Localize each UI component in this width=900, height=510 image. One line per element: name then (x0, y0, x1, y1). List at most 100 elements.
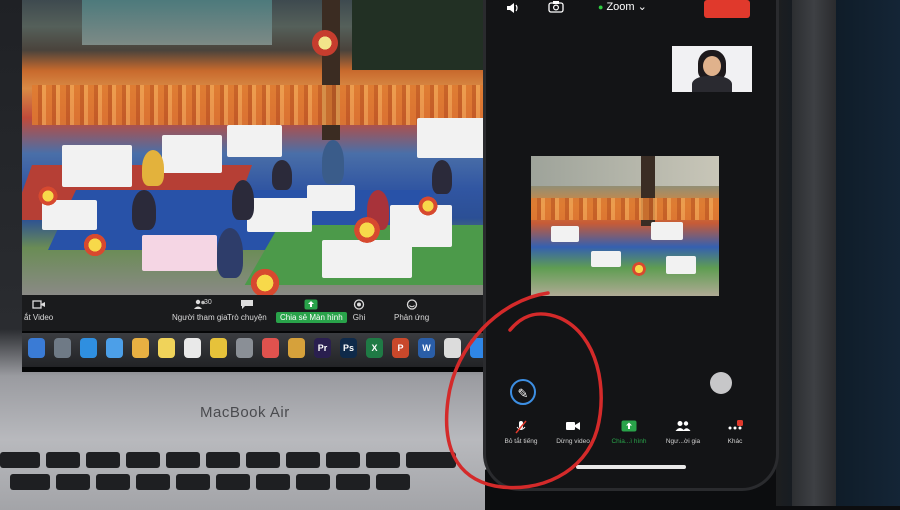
macos-dock: Pr Ps X P W (22, 333, 502, 367)
share-label-phone: Chia...ì hình (611, 438, 647, 445)
participants-button-phone[interactable]: Ngư...ời gia (660, 420, 706, 445)
person-face (703, 56, 721, 76)
shared-crowd (531, 198, 719, 220)
photoshop-icon[interactable]: Ps (340, 338, 357, 358)
key (326, 452, 360, 468)
video-camera-icon (31, 300, 45, 309)
key (246, 452, 280, 468)
zoom-title-text: Zoom (606, 1, 635, 13)
stop-video-label: ắt Video (24, 313, 54, 322)
appstore-icon[interactable] (470, 338, 487, 358)
switch-camera-icon[interactable] (548, 0, 564, 16)
excel-icon[interactable]: X (366, 338, 383, 358)
record-button[interactable]: Ghi (352, 299, 366, 322)
more-icon (712, 420, 758, 434)
self-video-thumbnail[interactable] (672, 46, 752, 92)
photos-icon[interactable] (132, 338, 149, 358)
reactions-label: Phản ứng (394, 313, 430, 322)
stop-video-button[interactable]: ắt Video (24, 299, 53, 322)
shared-table (651, 222, 683, 240)
shared-screen-view[interactable] (531, 156, 719, 296)
chat-button[interactable]: Trò chuyện (227, 299, 267, 322)
mail-icon[interactable] (106, 338, 123, 358)
app-icon[interactable] (288, 338, 305, 358)
chrome-icon[interactable] (210, 338, 227, 358)
person-body (692, 76, 732, 92)
preview-icon[interactable] (444, 338, 461, 358)
home-indicator (576, 465, 686, 469)
annotate-pen-button[interactable]: ✎ (510, 379, 536, 405)
shared-table (666, 256, 696, 274)
mic-off-icon (498, 420, 544, 434)
speaker-icon[interactable] (506, 2, 520, 17)
share-screen-icon (304, 299, 318, 310)
key (286, 452, 320, 468)
zoom-title[interactable]: ● Zoom ⌄ (598, 0, 647, 13)
floating-assist-button[interactable] (710, 372, 732, 394)
powerpoint-icon[interactable]: P (392, 338, 409, 358)
school-emblem (312, 30, 338, 56)
macbook-air-label: MacBook Air (200, 404, 290, 421)
stop-video-label-phone: Dừng video (556, 438, 590, 445)
child (272, 160, 292, 190)
zoom-top-bar: ● Zoom ⌄ (486, 0, 776, 22)
key (56, 474, 90, 490)
video-icon (550, 420, 596, 434)
reminders-icon[interactable] (184, 338, 201, 358)
display-table (322, 240, 412, 278)
reactions-button[interactable]: Phản ứng (394, 299, 429, 322)
child (132, 190, 156, 230)
key (376, 474, 410, 490)
background-stand (792, 0, 836, 506)
stop-video-button-phone[interactable]: Dừng video (550, 420, 596, 445)
trees (352, 0, 502, 70)
key (206, 452, 240, 468)
shared-table (591, 251, 621, 267)
launchpad-icon[interactable] (54, 338, 71, 358)
finder-icon[interactable] (28, 338, 45, 358)
chat-bubble-icon (240, 300, 253, 309)
flower-arrangement (417, 195, 439, 217)
pen-icon: ✎ (517, 386, 529, 401)
display-table (227, 125, 282, 157)
premiere-icon[interactable]: Pr (314, 338, 331, 358)
key (166, 452, 200, 468)
share-button-phone[interactable]: Chia...ì hình (606, 420, 652, 445)
participants-icon (660, 420, 706, 434)
shared-sky (531, 156, 719, 186)
share-screen-button[interactable]: Chia sẻ Màn hình (276, 299, 347, 323)
shared-table (551, 226, 579, 242)
unmute-button[interactable]: Bỏ tắt tiếng (498, 420, 544, 445)
child (432, 160, 452, 194)
key (256, 474, 290, 490)
system-icon[interactable] (236, 338, 253, 358)
key (126, 452, 160, 468)
share-screen-label: Chia sẻ Màn hình (276, 312, 347, 323)
more-button-phone[interactable]: Khác (712, 420, 758, 445)
participants-button[interactable]: Người tham gia 30 (172, 299, 228, 322)
leave-button[interactable] (704, 0, 750, 18)
key (136, 474, 170, 490)
shield-icon: ● (598, 2, 604, 12)
notes-icon[interactable] (158, 338, 175, 358)
laptop-screen: ắt Video Người tham gia 30 Trò chuyện Ch… (22, 0, 502, 372)
flower-arrangement (352, 215, 382, 245)
safari-icon[interactable] (80, 338, 97, 358)
phone: ● Zoom ⌄ ✎ Bỏ tắt tiếng Dừng video Chia.… (486, 0, 776, 488)
display-table (142, 235, 217, 271)
zoom-meeting-toolbar: ắt Video Người tham gia 30 Trò chuyện Ch… (22, 295, 502, 331)
display-table (307, 185, 355, 211)
unmute-label: Bỏ tắt tiếng (504, 438, 538, 445)
key (0, 452, 40, 468)
participants-count: 30 (204, 299, 212, 306)
word-icon[interactable]: W (418, 338, 435, 358)
key (176, 474, 210, 490)
key (96, 474, 130, 490)
display-table (62, 145, 132, 187)
phone-meeting-toolbar: Bỏ tắt tiếng Dừng video Chia...ì hình Ng… (498, 420, 768, 460)
share-screen-icon (606, 420, 652, 434)
more-label-phone: Khác (727, 438, 743, 445)
zoom-video-feed (22, 0, 502, 298)
key (216, 474, 250, 490)
music-icon[interactable] (262, 338, 279, 358)
